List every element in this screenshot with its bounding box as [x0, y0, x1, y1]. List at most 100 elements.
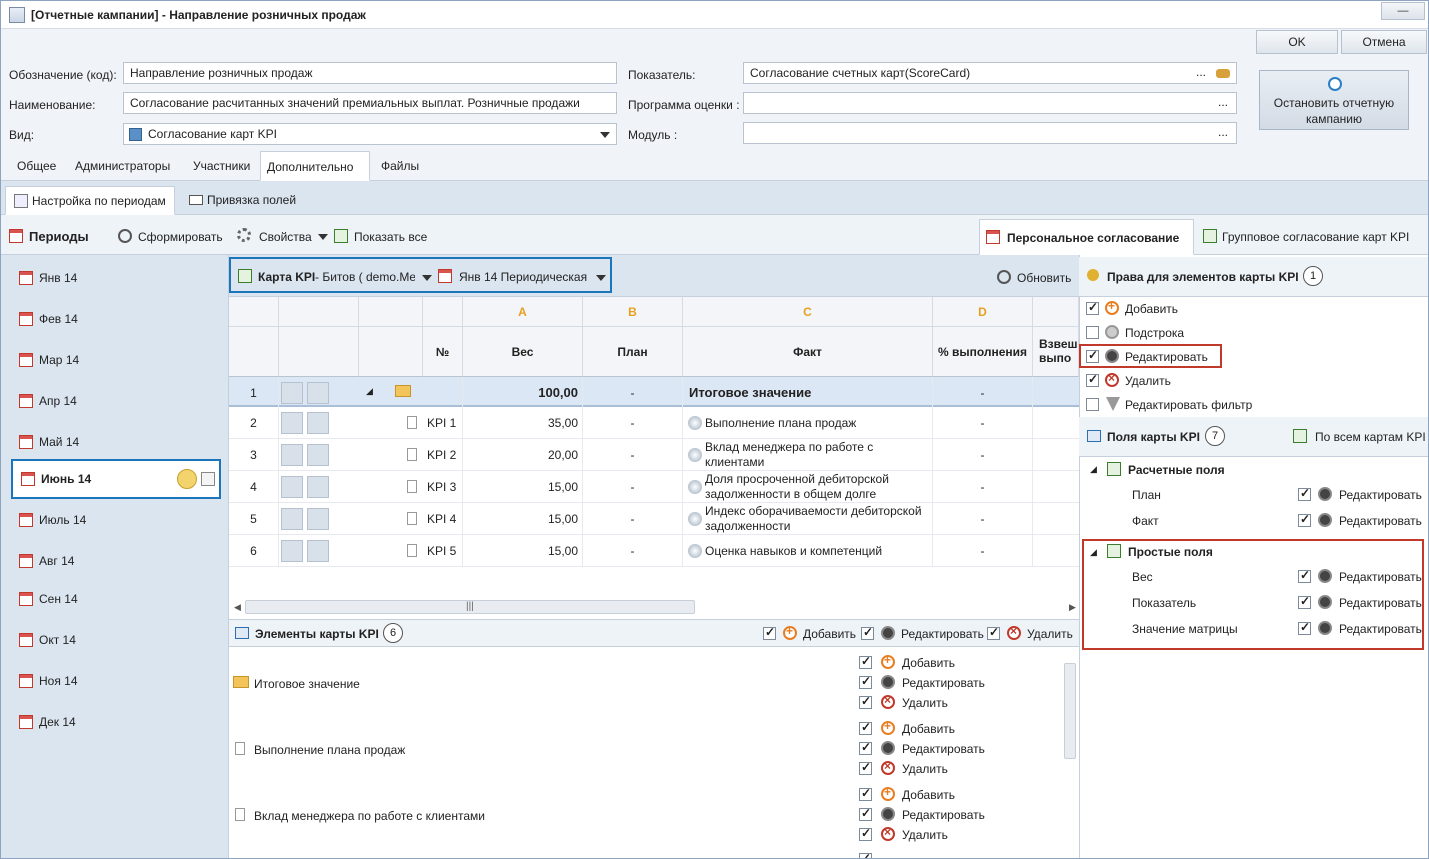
- scroll-right-icon[interactable]: ▶: [1069, 602, 1076, 613]
- tab-general[interactable]: Общее: [11, 151, 62, 181]
- gear-icon[interactable]: [281, 444, 303, 466]
- cancel-button[interactable]: Отмена: [1341, 30, 1427, 54]
- right-checkbox[interactable]: [1086, 300, 1099, 315]
- collapse-icon[interactable]: ◢: [366, 386, 373, 397]
- kpi-link-icon[interactable]: [307, 508, 329, 530]
- field-edit-checkbox[interactable]: [1298, 568, 1311, 583]
- ok-button[interactable]: OK: [1256, 30, 1338, 54]
- period-item[interactable]: Ноя 14: [11, 666, 221, 696]
- module-field[interactable]: ...: [743, 122, 1237, 144]
- fact-cell[interactable]: Итоговое значение: [683, 377, 933, 409]
- add-checkbox[interactable]: [859, 654, 872, 669]
- edit-checkbox[interactable]: [859, 674, 872, 689]
- right-checkbox[interactable]: [1086, 398, 1099, 411]
- add-all-checkbox[interactable]: [763, 625, 776, 640]
- table-row[interactable]: 3 KPI 2 20,00- Вклад менеджера по работе с …: [229, 439, 1079, 471]
- gear-icon[interactable]: [281, 382, 303, 404]
- plan-cell[interactable]: -: [583, 503, 683, 535]
- period-item[interactable]: Май 14: [11, 427, 221, 457]
- kpi-link-icon[interactable]: [307, 476, 329, 498]
- table-row[interactable]: 6 KPI 5 15,00- Оценка навыков и компетенций…: [229, 535, 1079, 567]
- collapse-icon[interactable]: ◢: [1090, 464, 1097, 475]
- percent-cell[interactable]: -: [933, 471, 1033, 503]
- code-field[interactable]: Направление розничных продаж: [123, 62, 617, 84]
- chevron-down-icon[interactable]: [422, 275, 432, 281]
- gear-icon[interactable]: [281, 412, 303, 434]
- period-item[interactable]: Сен 14: [11, 584, 221, 614]
- refresh-button[interactable]: Обновить: [1017, 271, 1071, 285]
- percent-cell[interactable]: -: [933, 503, 1033, 535]
- chevron-down-icon[interactable]: [596, 275, 606, 281]
- col-header-number[interactable]: №: [423, 327, 463, 377]
- period-item[interactable]: Фев 14: [11, 304, 221, 334]
- weight-cell[interactable]: 20,00: [463, 439, 583, 471]
- col-header-weighted[interactable]: Взвеш. выпо: [1033, 327, 1079, 377]
- kpi-link-icon[interactable]: [307, 412, 329, 434]
- col-header-plan[interactable]: План: [583, 327, 683, 377]
- chevron-down-icon[interactable]: [318, 234, 328, 240]
- edit-all-checkbox[interactable]: [861, 625, 874, 640]
- tab-files[interactable]: Файлы: [375, 151, 425, 181]
- indicator-field[interactable]: Согласование счетных карт(ScoreCard) ...: [743, 62, 1237, 84]
- fact-cell[interactable]: Вклад менеджера по работе с клиентами: [683, 439, 933, 471]
- copy-icon[interactable]: [201, 472, 215, 486]
- fact-cell[interactable]: Оценка навыков и компетенций: [683, 535, 933, 567]
- period-item[interactable]: Дек 14: [11, 707, 221, 737]
- plan-cell[interactable]: -: [583, 439, 683, 471]
- minimize-button[interactable]: —: [1381, 2, 1425, 20]
- delete-all-checkbox[interactable]: [987, 625, 1000, 640]
- fact-cell[interactable]: Индекс оборачиваемости дебиторской задол…: [683, 503, 933, 535]
- subtab-periods-setup[interactable]: Настройка по периодам: [5, 186, 175, 215]
- percent-cell[interactable]: -: [933, 377, 1033, 409]
- field-edit-checkbox[interactable]: [1298, 594, 1311, 609]
- delete-checkbox[interactable]: [859, 826, 872, 841]
- tab-additional[interactable]: Дополнительно: [260, 151, 370, 181]
- weight-cell[interactable]: 100,00: [463, 377, 583, 409]
- percent-cell[interactable]: -: [933, 535, 1033, 567]
- kpi-link-icon[interactable]: [307, 382, 329, 404]
- fact-cell[interactable]: Выполнение плана продаж: [683, 407, 933, 439]
- weight-cell[interactable]: 35,00: [463, 407, 583, 439]
- add-checkbox[interactable]: [859, 720, 872, 735]
- subtab-fields-binding[interactable]: Привязка полей: [181, 186, 304, 215]
- browse-dots[interactable]: ...: [1218, 125, 1228, 139]
- edit-checkbox[interactable]: [859, 806, 872, 821]
- weight-cell[interactable]: 15,00: [463, 471, 583, 503]
- stop-campaign-button[interactable]: Остановить отчетную кампанию: [1259, 70, 1409, 130]
- fact-cell[interactable]: Доля просроченной дебиторской задолженно…: [683, 471, 933, 503]
- properties-button[interactable]: Свойства: [259, 230, 312, 244]
- delete-checkbox[interactable]: [859, 694, 872, 709]
- tab-admins[interactable]: Администраторы: [69, 151, 176, 181]
- add-checkbox[interactable]: [859, 786, 872, 801]
- percent-cell[interactable]: -: [933, 407, 1033, 439]
- plan-cell[interactable]: -: [583, 377, 683, 409]
- period-item[interactable]: Мар 14: [11, 345, 221, 375]
- period-item[interactable]: Авг 14: [11, 546, 221, 576]
- browse-dots[interactable]: ...: [1196, 65, 1206, 79]
- weight-cell[interactable]: 15,00: [463, 503, 583, 535]
- name-field[interactable]: Согласование расчитанных значений премиа…: [123, 92, 617, 114]
- edit-checkbox[interactable]: [859, 740, 872, 755]
- program-field[interactable]: ...: [743, 92, 1237, 114]
- kpi-link-icon[interactable]: [307, 444, 329, 466]
- field-edit-checkbox[interactable]: [1298, 486, 1311, 501]
- right-checkbox[interactable]: [1086, 372, 1099, 387]
- weight-cell[interactable]: 15,00: [463, 535, 583, 567]
- kpi-card-value[interactable]: - Битов ( demo.Me: [315, 270, 415, 284]
- period-item[interactable]: Окт 14: [11, 625, 221, 655]
- form-button[interactable]: Сформировать: [138, 230, 223, 244]
- collapse-icon[interactable]: ◢: [1090, 547, 1097, 558]
- tab-participants[interactable]: Участники: [187, 151, 256, 181]
- table-row[interactable]: 1 ◢ 100,00- Итоговое значение -: [229, 377, 1079, 409]
- tab-personal-approval[interactable]: Персональное согласование: [979, 219, 1194, 255]
- gear-icon[interactable]: [281, 540, 303, 562]
- period-item[interactable]: Июль 14: [11, 505, 221, 535]
- gear-icon[interactable]: [281, 476, 303, 498]
- browse-dots[interactable]: ...: [1218, 95, 1228, 109]
- add-checkbox[interactable]: [859, 851, 872, 858]
- col-header-percent[interactable]: % выполнения: [933, 327, 1033, 377]
- kpi-link-icon[interactable]: [307, 540, 329, 562]
- scroll-left-icon[interactable]: ◀: [234, 602, 241, 613]
- table-row[interactable]: 4 KPI 3 15,00- Доля просроченной дебиторско…: [229, 471, 1079, 503]
- plan-cell[interactable]: -: [583, 407, 683, 439]
